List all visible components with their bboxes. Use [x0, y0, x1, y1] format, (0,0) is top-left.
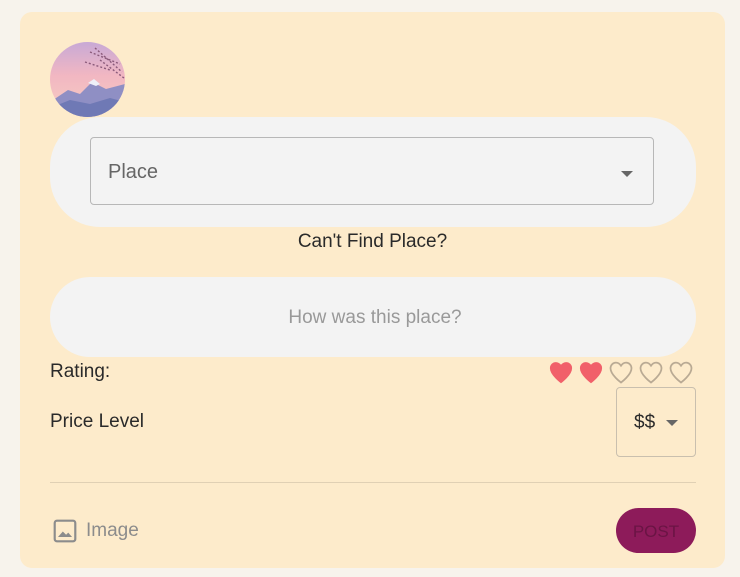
price-level-value: $$ — [634, 412, 656, 433]
heart-outline-icon[interactable] — [637, 358, 665, 386]
place-select-label: Place — [108, 161, 159, 183]
cant-find-place-link[interactable]: Can't Find Place? — [20, 231, 725, 253]
place-field-container: Place — [50, 117, 696, 227]
heart-outline-icon[interactable] — [667, 358, 695, 386]
review-input[interactable] — [50, 277, 700, 359]
price-level-label: Price Level — [50, 411, 144, 432]
add-image-label: Image — [86, 520, 139, 541]
avatar-image — [50, 42, 125, 117]
heart-filled-icon[interactable] — [547, 358, 575, 386]
post-composer-card: Place Can't Find Place? Rating: Price Le… — [20, 12, 725, 568]
rating-label: Rating: — [50, 361, 111, 382]
rating-hearts — [547, 358, 695, 386]
post-button[interactable]: POST — [616, 508, 696, 553]
add-image-button[interactable]: Image — [52, 517, 139, 545]
chevron-down-icon — [621, 171, 633, 177]
divider — [50, 482, 696, 483]
place-select[interactable]: Place — [90, 137, 654, 205]
heart-outline-icon[interactable] — [607, 358, 635, 386]
avatar[interactable] — [50, 42, 125, 117]
review-field-container — [50, 277, 700, 359]
price-level-select[interactable]: $$ — [616, 387, 696, 457]
chevron-down-icon — [666, 420, 678, 426]
heart-filled-icon[interactable] — [577, 358, 605, 386]
image-icon — [53, 519, 77, 543]
